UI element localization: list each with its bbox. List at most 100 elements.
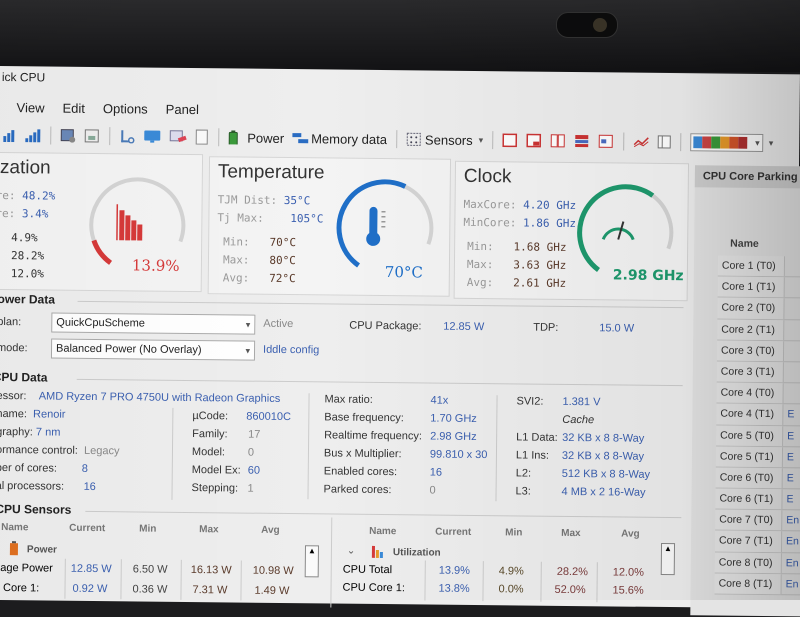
window-layout-4-icon[interactable] xyxy=(574,134,590,148)
min-core-label: re: xyxy=(0,207,15,220)
menu-view[interactable]: View xyxy=(7,96,53,118)
toolbar: Power Memory data Sensors ▾ ▾ ▾ xyxy=(0,122,799,156)
sensor-name: CPU Total xyxy=(343,564,392,577)
image-icon[interactable] xyxy=(84,129,100,143)
power-sensors-scrollbar[interactable]: ▲ xyxy=(305,545,319,577)
clock-max-label: Max: xyxy=(467,258,494,271)
sensor-max: 28.2% xyxy=(557,566,588,578)
cores-label: ber of cores: xyxy=(0,462,57,475)
color-theme-picker[interactable]: ▾ xyxy=(690,133,763,152)
family-label: Family: xyxy=(192,428,228,440)
max-core-label: re: xyxy=(0,189,16,202)
core-parking-row[interactable]: Core 7 (T0)En xyxy=(715,510,800,532)
menu-edit[interactable]: Edit xyxy=(53,97,94,119)
core-parking-row[interactable]: Core 4 (T1)E xyxy=(716,404,800,426)
power-mode-select[interactable]: Balanced Power (No Overlay)▾ xyxy=(51,339,255,361)
core-name: Core 3 (T0) xyxy=(717,340,784,361)
sensor-avg: 15.6% xyxy=(612,584,643,596)
temp-avg-label: Avg: xyxy=(223,271,250,284)
util-max-value: 28.2% xyxy=(11,249,44,262)
sensors-dropdown-icon[interactable]: ▾ xyxy=(479,135,484,146)
sensors-button[interactable]: Sensors ▾ xyxy=(406,132,483,148)
window-layout-1-icon[interactable] xyxy=(502,133,518,147)
memory-data-button[interactable]: Memory data xyxy=(292,131,387,147)
menu-panel[interactable]: Panel xyxy=(157,98,208,121)
realtime-freq-label: Realtime frequency: xyxy=(324,429,422,442)
list-panel-icon[interactable] xyxy=(657,135,671,149)
monitor-icon[interactable] xyxy=(143,130,161,144)
core-parking-row[interactable]: Core 1 (T0) xyxy=(718,256,800,278)
core-state: E xyxy=(783,405,794,425)
core-name: Core 2 (T1) xyxy=(717,319,784,340)
bus-multiplier-label: Bus x Multiplier: xyxy=(324,447,402,460)
col-current: Current xyxy=(435,527,471,538)
window-layout-3-icon[interactable] xyxy=(550,134,566,148)
core-state: E xyxy=(783,426,794,446)
power-button[interactable]: Power xyxy=(228,130,284,146)
menu-options[interactable]: Options xyxy=(94,97,157,120)
toolbar-overflow-icon[interactable]: ▾ xyxy=(769,138,774,149)
core-parking-row[interactable]: Core 5 (T1)E xyxy=(716,446,800,468)
sensor-current: 0.92 W xyxy=(72,583,107,595)
core-name: Core 6 (T0) xyxy=(716,467,783,488)
column-divider xyxy=(240,561,241,601)
core-state xyxy=(785,277,789,297)
sensors-icon xyxy=(406,132,422,146)
core-parking-row[interactable]: Core 7 (T1)En xyxy=(715,531,800,553)
model-label: Model: xyxy=(192,446,225,458)
sensor-max: 16.13 W xyxy=(191,564,232,576)
core-parking-row[interactable]: Core 2 (T0) xyxy=(717,298,800,320)
cache-heading: Cache xyxy=(562,414,594,426)
chevron-down-icon: ▾ xyxy=(245,342,250,360)
base-freq-label: Base frequency: xyxy=(324,411,404,424)
core-parking-row[interactable]: Core 6 (T1)E xyxy=(715,489,800,511)
core-parking-row[interactable]: Core 5 (T0)E xyxy=(716,425,800,447)
clock-avg-label: Avg: xyxy=(467,276,494,289)
core-parking-row[interactable]: Core 3 (T0) xyxy=(717,340,800,362)
parked-cores-value: 0 xyxy=(430,485,436,497)
window-layout-2-icon[interactable] xyxy=(526,134,542,148)
signal-bars-icon[interactable] xyxy=(3,128,17,142)
svi2-value: 1.381 V xyxy=(562,396,600,408)
color-dropdown-icon: ▾ xyxy=(755,137,760,148)
power-scheme-icon[interactable] xyxy=(119,129,135,143)
signal-bars-alt-icon[interactable] xyxy=(25,128,41,142)
toolbar-separator xyxy=(680,133,681,151)
ucode-label: µCode: xyxy=(192,410,228,422)
core-parking-row[interactable]: Core 3 (T1) xyxy=(717,361,800,383)
core-state xyxy=(784,341,788,361)
window-layout-5-icon[interactable] xyxy=(598,134,614,148)
sensor-avg: 1.49 W xyxy=(254,585,289,597)
clock-min-label: Min: xyxy=(467,240,494,253)
cpu-package-label: CPU Package: xyxy=(349,320,421,333)
power-data-heading: ower Data xyxy=(0,292,55,307)
collapse-chevron-icon[interactable]: ⌄ xyxy=(347,546,356,557)
utilization-sensors-scrollbar[interactable]: ▲ xyxy=(661,543,675,575)
logical-label: al processors: xyxy=(0,480,64,493)
column-divider xyxy=(64,559,65,599)
idle-config-link[interactable]: Iddle config xyxy=(263,344,319,357)
document-icon[interactable] xyxy=(195,129,209,145)
core-parking-row[interactable]: Core 8 (T0)En xyxy=(715,552,800,574)
core-parking-row[interactable]: Core 1 (T1) xyxy=(718,277,800,299)
power-plan-select[interactable]: QuickCpuScheme▾ xyxy=(51,313,255,335)
l2-label: L2: xyxy=(516,467,531,479)
temp-avg-value: 72°C xyxy=(269,272,296,285)
core-parking-row[interactable]: Core 8 (T1)En xyxy=(715,573,800,595)
util-avg-value: 12.0% xyxy=(11,267,44,280)
toolbar-separator xyxy=(218,128,219,146)
utilization-group-label: Utilization xyxy=(393,547,441,558)
lithography-label: graphy: xyxy=(0,426,33,438)
core-parking-row[interactable]: Core 4 (T0) xyxy=(717,383,800,405)
sensor-max: 7.31 W xyxy=(192,584,227,596)
edit-list-icon[interactable] xyxy=(169,130,187,144)
processor-value: AMD Ryzen 7 PRO 4750U with Radeon Graphi… xyxy=(39,390,281,405)
core-parking-row[interactable]: Core 2 (T1) xyxy=(717,319,800,341)
menu-bar: View Edit Options Panel xyxy=(0,96,208,120)
column-divider xyxy=(540,562,541,602)
core-name: Core 7 (T1) xyxy=(715,531,782,552)
ucode-value: 860010C xyxy=(246,411,291,423)
cpu-settings-icon[interactable] xyxy=(60,129,76,143)
core-parking-row[interactable]: Core 6 (T0)E xyxy=(716,467,800,489)
graph-icon[interactable] xyxy=(633,135,649,149)
